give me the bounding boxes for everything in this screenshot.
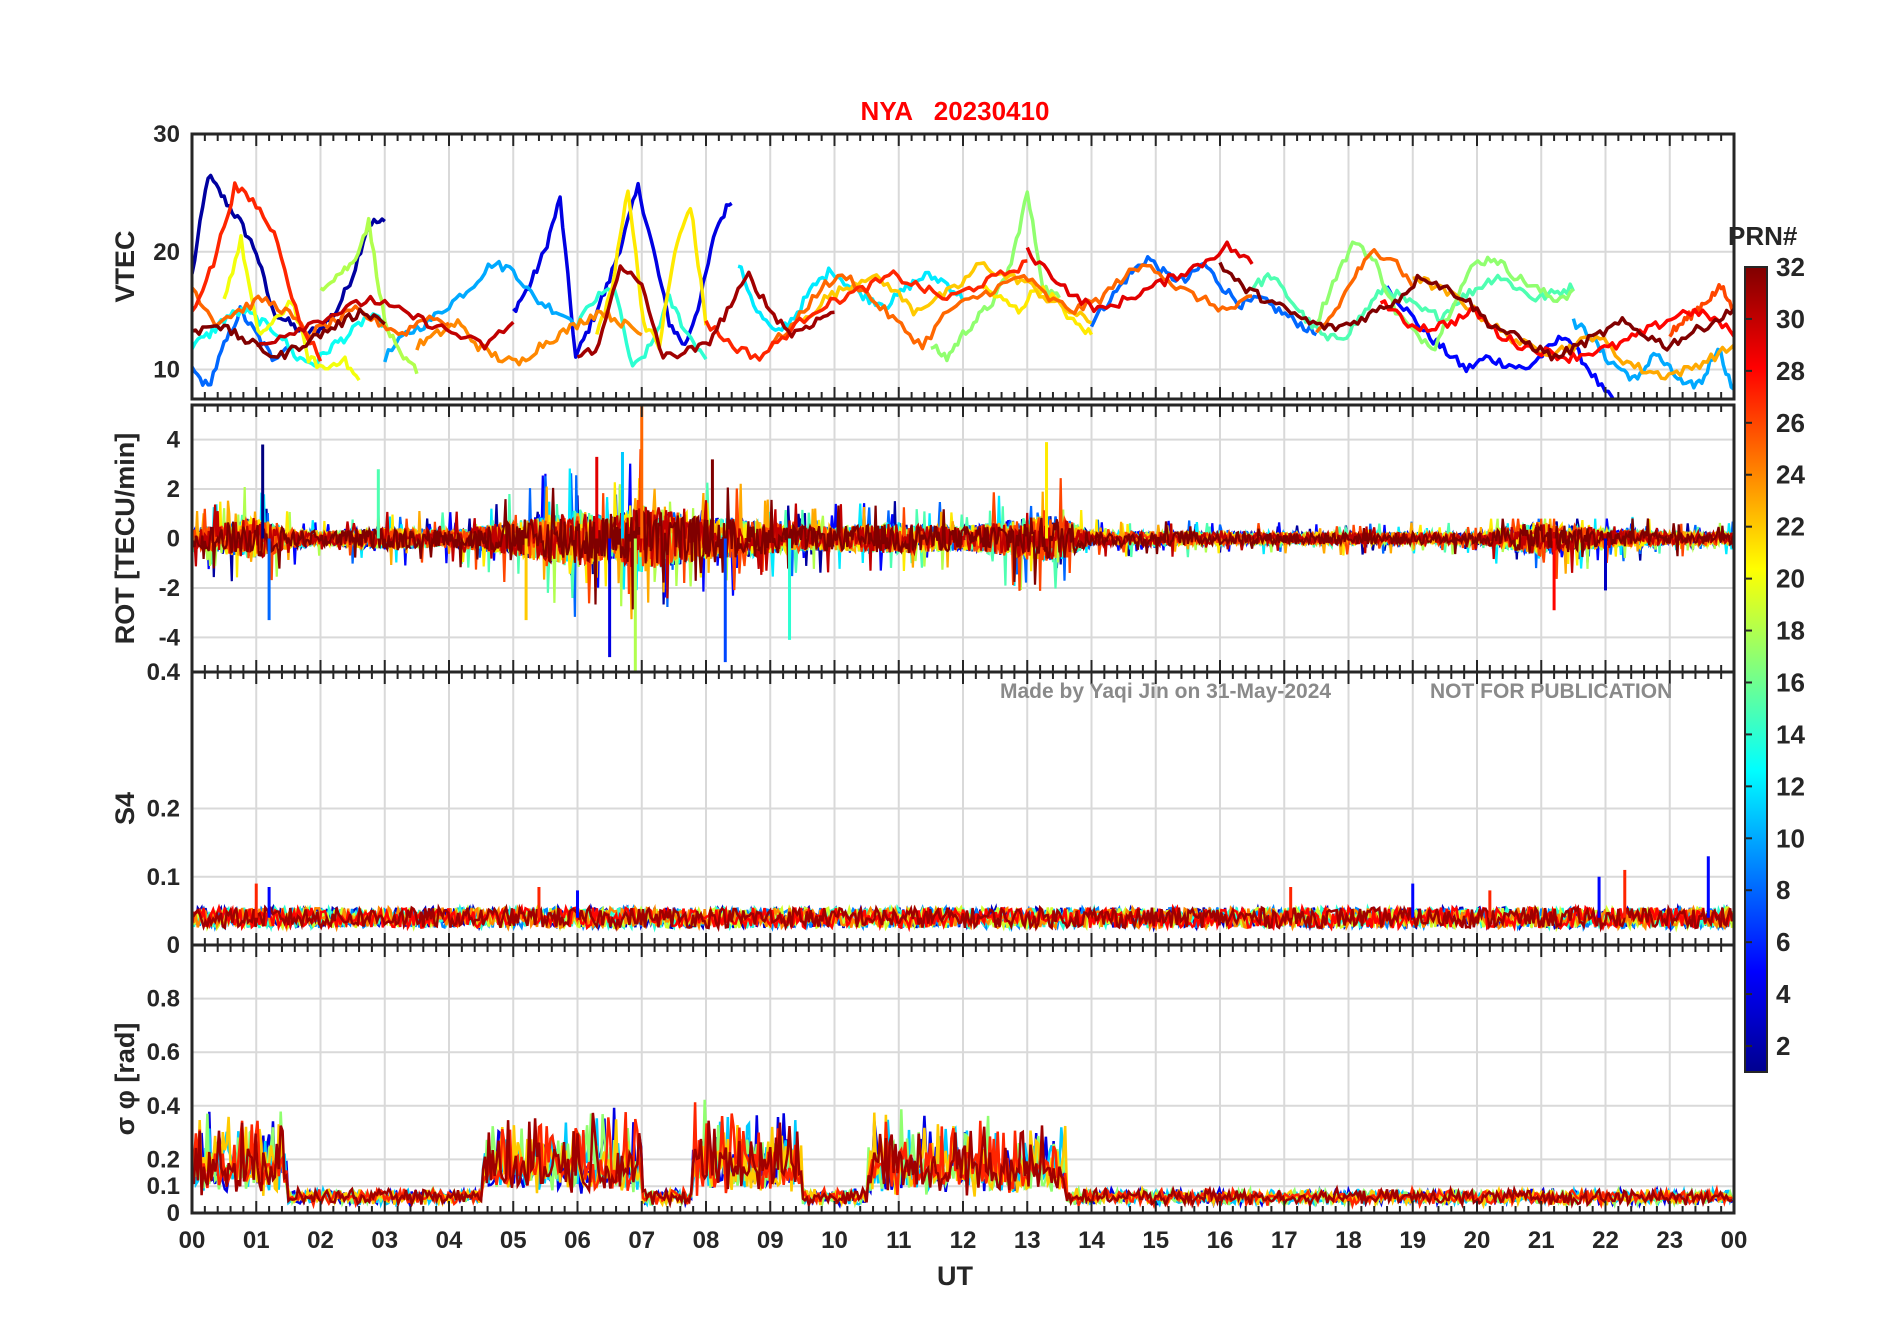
x-tick-label: 07 bbox=[628, 1227, 655, 1254]
x-tick-label: 15 bbox=[1142, 1227, 1169, 1254]
y-tick-label: 0.4 bbox=[147, 1093, 181, 1120]
colorbar-tick-label: 16 bbox=[1776, 667, 1805, 697]
y-tick-label: 0.8 bbox=[147, 986, 180, 1013]
x-tick-label: 14 bbox=[1078, 1227, 1105, 1254]
colorbar-tick-label: 20 bbox=[1776, 564, 1805, 594]
y-axis-label: ROT [TECU/min] bbox=[110, 433, 140, 644]
colorbar-tick-label: 24 bbox=[1776, 460, 1805, 490]
x-tick-label: 10 bbox=[821, 1227, 848, 1254]
x-tick-label: 21 bbox=[1528, 1227, 1555, 1254]
y-tick-label: 0 bbox=[167, 1200, 180, 1227]
watermark-notice: NOT FOR PUBLICATION bbox=[1430, 680, 1672, 703]
colorbar-tick-label: 22 bbox=[1776, 512, 1805, 542]
colorbar-gradient bbox=[1744, 266, 1768, 1073]
colorbar-tick-label: 8 bbox=[1776, 875, 1790, 905]
y-tick-label: 0.1 bbox=[147, 1173, 180, 1200]
x-axis-label: UT bbox=[937, 1261, 973, 1291]
chart-title: NYA 20230410 bbox=[861, 96, 1050, 126]
y-tick-label: 0.1 bbox=[147, 864, 180, 891]
figure: NYA 20230410 102030VTEC-4-2024ROT [TECU/… bbox=[110, 96, 1805, 1291]
x-tick-label: 06 bbox=[564, 1227, 591, 1254]
y-tick-label: 0.4 bbox=[147, 659, 181, 686]
colorbar-tick-label: 12 bbox=[1776, 771, 1805, 801]
colorbar: PRN# 2468101214161820222426283032 bbox=[1728, 221, 1805, 1073]
y-tick-label: 0.2 bbox=[147, 1146, 180, 1173]
y-axis-label: σ φ [rad] bbox=[110, 1023, 140, 1136]
y-tick-label: 0.2 bbox=[147, 796, 180, 823]
watermark-author: Made by Yaqi Jin on 31-May-2024 bbox=[1000, 680, 1331, 703]
x-tick-label: 16 bbox=[1207, 1227, 1234, 1254]
y-tick-label: -4 bbox=[159, 624, 181, 651]
x-tick-label: 05 bbox=[500, 1227, 527, 1254]
y-tick-label: 10 bbox=[153, 357, 180, 384]
y-tick-label: 0.6 bbox=[147, 1039, 180, 1066]
x-tick-label: 12 bbox=[950, 1227, 977, 1254]
x-tick-label: 13 bbox=[1014, 1227, 1041, 1254]
x-tick-label: 18 bbox=[1335, 1227, 1362, 1254]
x-tick-label: 03 bbox=[371, 1227, 398, 1254]
panel-vtec: 10 20 30 VTEC bbox=[110, 121, 1736, 401]
y-tick-label: 0 bbox=[167, 526, 180, 553]
colorbar-tick-label: 28 bbox=[1776, 356, 1805, 386]
panel-s4: 0 0.1 0.2 0.4 S4 bbox=[110, 659, 1736, 959]
colorbar-tick-label: 18 bbox=[1776, 616, 1805, 646]
colorbar-tick-label: 10 bbox=[1776, 823, 1805, 853]
x-tick-label: 19 bbox=[1399, 1227, 1426, 1254]
colorbar-tick-label: 26 bbox=[1776, 408, 1805, 438]
colorbar-tick-label: 30 bbox=[1776, 304, 1805, 334]
y-tick-label: 30 bbox=[153, 121, 180, 148]
x-tick-label: 02 bbox=[307, 1227, 334, 1254]
y-axis-label: S4 bbox=[110, 792, 140, 825]
x-tick-label: 08 bbox=[693, 1227, 720, 1254]
y-tick-label: 4 bbox=[167, 427, 181, 454]
colorbar-tick-label: 2 bbox=[1776, 1031, 1790, 1061]
panel-rot: -4 -2 0 2 4 ROT [TECU/min] bbox=[110, 403, 1736, 674]
x-tick-label: 00 bbox=[1721, 1227, 1748, 1254]
y-axis-label: VTEC bbox=[110, 230, 140, 302]
x-tick-label: 00 bbox=[179, 1227, 206, 1254]
x-tick-label: 04 bbox=[436, 1227, 463, 1254]
y-tick-label: 20 bbox=[153, 239, 180, 266]
x-tick-label: 22 bbox=[1592, 1227, 1619, 1254]
colorbar-tick-label: 6 bbox=[1776, 927, 1790, 957]
x-tick-label: 09 bbox=[757, 1227, 784, 1254]
y-tick-label: -2 bbox=[159, 575, 180, 602]
x-tick-label: 01 bbox=[243, 1227, 270, 1254]
y-tick-label: 2 bbox=[167, 476, 180, 503]
panel-sigma_phi: 00.10.2 0.4 0.6 0.8 σ φ [rad] bbox=[110, 943, 1736, 1227]
colorbar-tick-label: 4 bbox=[1776, 979, 1791, 1009]
colorbar-title: PRN# bbox=[1728, 221, 1798, 251]
y-tick-label: 0 bbox=[167, 932, 180, 959]
colorbar-tick-label: 32 bbox=[1776, 252, 1805, 282]
x-tick-label: 20 bbox=[1464, 1227, 1491, 1254]
x-tick-label: 11 bbox=[886, 1227, 911, 1254]
x-tick-label: 17 bbox=[1271, 1227, 1298, 1254]
x-tick-label: 23 bbox=[1656, 1227, 1683, 1254]
colorbar-tick-label: 14 bbox=[1776, 719, 1805, 749]
